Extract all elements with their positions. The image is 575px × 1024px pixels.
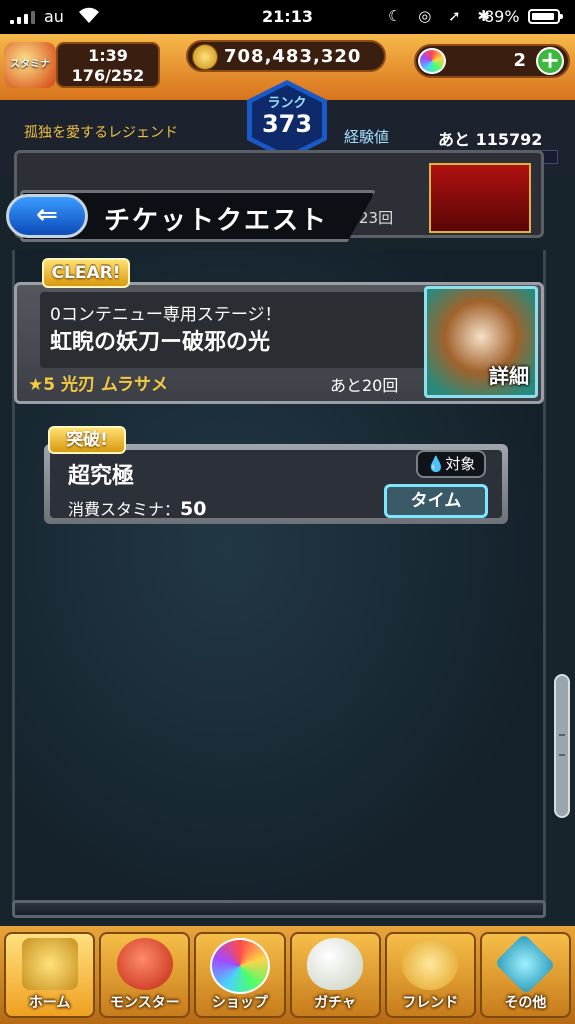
gem-value: 2 xyxy=(513,50,526,71)
list-bottom-rail xyxy=(12,900,546,918)
nav-monster[interactable]: モンスター xyxy=(99,932,191,1018)
background-quest-thumbnail xyxy=(429,163,531,233)
stage-card[interactable]: CLEAR! 0コンテニュー専用ステージ！ 虹睨の妖刀ー破邪の光 ★5 光刃 ム… xyxy=(14,258,544,404)
nav-gacha-label: ガチャ xyxy=(314,995,357,1011)
scrollbar-grip xyxy=(559,734,565,756)
page-title: チケットクエスト xyxy=(104,206,329,236)
coin-value: 708,483,320 xyxy=(224,46,362,67)
detail-button[interactable]: 詳細 xyxy=(489,360,529,389)
nav-monster-label: モンスター xyxy=(109,995,180,1011)
screen-header: ⇐ チケットクエスト xyxy=(4,186,376,246)
coin-icon xyxy=(192,44,218,70)
time-button[interactable]: タイム xyxy=(384,484,488,518)
coin-counter: 708,483,320 xyxy=(186,40,386,72)
bottom-nav: ホーム モンスター ショップ ガチャ フレンド その他 xyxy=(0,926,575,1024)
nav-other[interactable]: その他 xyxy=(479,932,572,1018)
gem-counter: 2 + xyxy=(414,44,570,78)
other-icon xyxy=(494,933,556,995)
player-title: 孤独を愛するレジェンド xyxy=(24,125,178,141)
status-icons: ☾ ◎ ➚ ✱ xyxy=(388,7,496,25)
exp-remaining: あと 115792 xyxy=(438,130,543,149)
drop-icon: 💧 xyxy=(426,455,446,473)
add-gem-button[interactable]: + xyxy=(536,47,564,75)
target-badge: 💧対象 xyxy=(416,450,486,478)
battery-percent: 89% xyxy=(484,7,520,26)
orb-icon xyxy=(418,48,446,74)
stage-monster: ★5 光刃 ムラサメ xyxy=(28,375,169,395)
friend-icon xyxy=(402,938,459,990)
stamina-cost-value: 50 xyxy=(180,498,207,520)
back-button[interactable]: ⇐ xyxy=(6,194,88,238)
nav-home[interactable]: ホーム xyxy=(4,932,96,1018)
difficulty-card[interactable]: 突破! 超究極 消費スタミナ：50 💧対象 タイム xyxy=(44,426,508,524)
nav-friend[interactable]: フレンド xyxy=(384,932,476,1018)
orb-icon xyxy=(209,938,270,994)
stamina-cost: 消費スタミナ：50 xyxy=(68,496,206,520)
battery-icon xyxy=(528,9,563,24)
stamina-icon: スタミナ xyxy=(4,42,56,88)
nav-home-label: ホーム xyxy=(28,995,71,1011)
egg-icon xyxy=(307,938,364,990)
scrollbar-handle[interactable] xyxy=(554,674,570,818)
stamina-box[interactable]: 1:39 176/252 xyxy=(56,42,160,88)
clear-badge: CLEAR! xyxy=(42,258,130,288)
stage-subtitle: 0コンテニュー専用ステージ！ xyxy=(50,305,282,325)
monster-portrait[interactable]: 詳細 xyxy=(424,286,538,398)
difficulty-name: 超究極 xyxy=(68,464,135,489)
rank-label: ランク xyxy=(267,96,307,111)
stage-name: 虹睨の妖刀ー破邪の光 xyxy=(50,330,271,355)
nav-shop[interactable]: ショップ xyxy=(194,932,286,1018)
status-bar: au 21:13 ☾ ◎ ➚ ✱ 89% xyxy=(0,0,575,34)
exp-label: 経験値 xyxy=(344,128,390,146)
stamina-cost-label: 消費スタミナ： xyxy=(68,500,181,519)
stamina-value: 176/252 xyxy=(71,66,145,85)
rank-value: 373 xyxy=(261,110,313,138)
nav-shop-label: ショップ xyxy=(211,995,268,1011)
breakthrough-badge: 突破! xyxy=(48,426,126,454)
nav-friend-label: フレンド xyxy=(402,995,459,1011)
rank-badge: ランク 373 xyxy=(247,80,327,160)
stamina-timer: 1:39 xyxy=(88,46,128,65)
target-label: 対象 xyxy=(445,455,476,473)
nav-gacha[interactable]: ガチャ xyxy=(289,932,381,1018)
nav-other-label: その他 xyxy=(504,995,547,1011)
home-icon xyxy=(21,938,78,990)
stage-remaining: あと20回 xyxy=(330,376,399,395)
monster-icon xyxy=(116,938,173,990)
